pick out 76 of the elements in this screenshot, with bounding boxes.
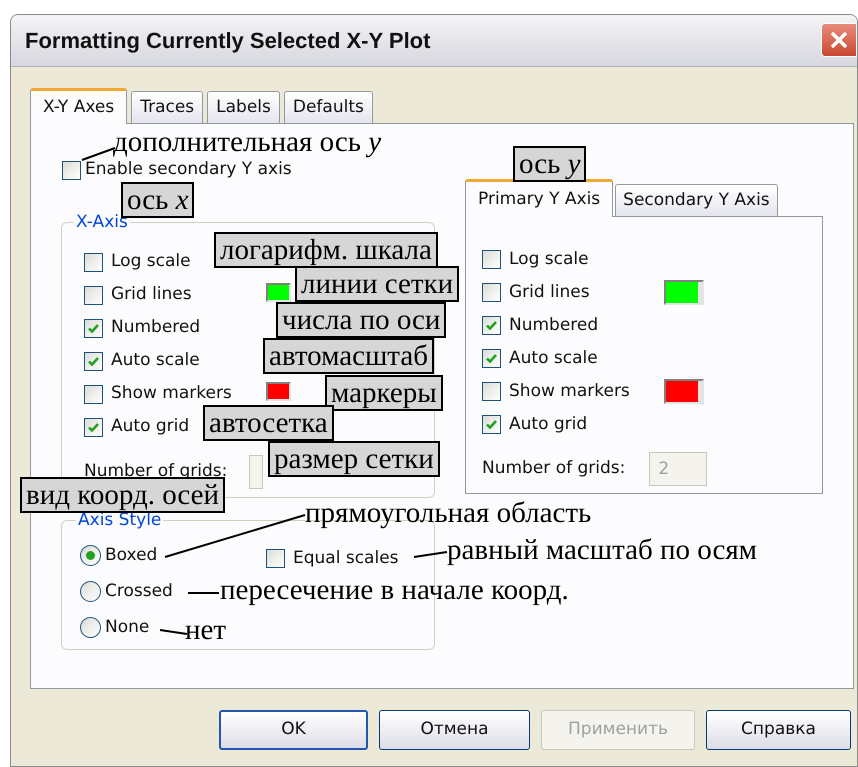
checkbox[interactable]: [84, 286, 103, 304]
checkbox-label: Numbered: [509, 314, 598, 337]
dialog-button[interactable]: Отмена: [379, 710, 530, 750]
annotation-text: автомасштаб: [263, 338, 434, 374]
color-swatch[interactable]: [266, 282, 291, 302]
radio-label: Boxed: [105, 544, 158, 567]
radio-label: None: [105, 616, 150, 639]
annotation-text: логарифм. шкала: [214, 232, 438, 268]
checkbox[interactable]: [482, 250, 501, 269]
checkbox-label: Show markers: [111, 382, 232, 406]
dialog-button[interactable]: Справка: [706, 710, 851, 750]
annotation-text: линии сетки: [295, 266, 460, 302]
color-swatch[interactable]: [266, 382, 291, 400]
checkbox[interactable]: [84, 252, 103, 272]
check-icon: [485, 319, 498, 332]
check-icon: [87, 354, 100, 368]
checkbox-label: Grid lines: [111, 283, 192, 306]
checkbox[interactable]: [84, 352, 103, 370]
check-icon: [485, 352, 498, 365]
tab[interactable]: Primary Y Axis: [465, 179, 614, 217]
checkbox[interactable]: [482, 382, 501, 401]
annotation-text: ось x: [121, 182, 194, 218]
radio-button[interactable]: [80, 581, 101, 602]
checkbox-label: Auto scale: [111, 349, 200, 372]
window-title: Formatting Currently Selected X-Y Plot: [25, 27, 430, 55]
close-icon: [829, 30, 849, 50]
tab[interactable]: X-Y Axes: [30, 88, 128, 124]
leader-line: [188, 592, 219, 594]
checkbox-label: Auto grid: [111, 415, 190, 438]
checkbox-label: Numbered: [111, 316, 200, 340]
checkbox-label: Show markers: [509, 380, 630, 403]
checkbox[interactable]: [84, 384, 103, 404]
annotation-text: ось y: [513, 146, 586, 182]
checkbox[interactable]: [266, 548, 285, 568]
annotation-text: автосетка: [203, 405, 334, 441]
annotation-text: дополнительная ось y: [113, 126, 382, 158]
input-field[interactable]: [249, 454, 264, 488]
tab[interactable]: Secondary Y Axis: [615, 184, 778, 216]
checkbox[interactable]: [84, 318, 103, 338]
check-icon: [485, 418, 498, 431]
radio-button[interactable]: [80, 617, 101, 638]
annotation-text: прямоугольная область: [305, 497, 592, 529]
field-label: Number of grids:: [482, 457, 626, 480]
check-icon: [87, 322, 100, 334]
checkbox[interactable]: [84, 418, 103, 436]
checkbox-label: Auto scale: [509, 346, 598, 370]
checkbox[interactable]: [482, 415, 501, 434]
checkbox[interactable]: [482, 283, 501, 302]
checkbox[interactable]: [62, 160, 81, 180]
annotation-text: вид коорд. осей: [20, 477, 226, 513]
tab[interactable]: Traces: [131, 91, 204, 123]
checkbox[interactable]: [482, 349, 501, 368]
annotation-text: числа по оси: [276, 302, 446, 338]
tab[interactable]: Defaults: [284, 91, 373, 123]
leader-line: [414, 551, 448, 558]
checkbox[interactable]: [482, 316, 501, 335]
leader-line: [160, 629, 188, 635]
checkbox-label: Equal scales: [293, 546, 399, 570]
annotation-text: пересечение в начале коорд.: [220, 574, 569, 606]
tab[interactable]: Labels: [207, 91, 280, 123]
color-swatch[interactable]: [664, 379, 704, 404]
annotation-text: маркеры: [325, 375, 443, 411]
checkbox-label: Auto grid: [509, 412, 588, 436]
annotation-text: размер сетки: [268, 441, 440, 477]
annotation-text: нет: [185, 614, 226, 646]
checkbox-label: Log scale: [111, 250, 191, 274]
radio-button[interactable]: [80, 545, 101, 566]
color-swatch[interactable]: [664, 280, 704, 305]
checkbox-label: Log scale: [509, 248, 589, 271]
close-button[interactable]: [821, 22, 857, 56]
checkbox-label: Enable secondary Y axis: [85, 158, 292, 182]
radio-label: Crossed: [105, 580, 173, 603]
check-icon: [87, 420, 100, 434]
annotation-text: равный масштаб по осям: [447, 534, 758, 566]
checkbox-label: Grid lines: [509, 280, 590, 304]
dialog-button[interactable]: OK: [219, 710, 368, 750]
